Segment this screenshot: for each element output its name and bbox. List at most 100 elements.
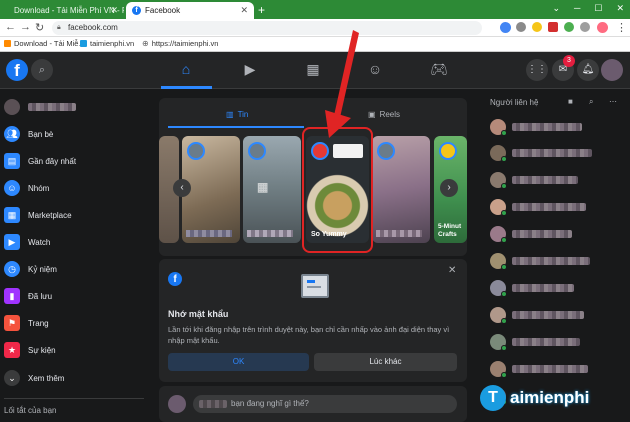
taimienphi-favicon-icon [4, 40, 11, 47]
later-button[interactable]: Lúc khác [314, 353, 457, 371]
sidebar-item-recent[interactable]: ▤ Gần đây nhất [4, 151, 76, 171]
notification-badge: 3 [563, 55, 575, 67]
share-icon[interactable] [516, 22, 526, 32]
video-call-icon[interactable]: ■ [568, 97, 573, 106]
reload-icon[interactable]: ↻ [35, 21, 44, 34]
avatar [490, 199, 507, 216]
close-window-icon[interactable]: ✕ [616, 3, 624, 14]
globe-icon: ⊕ [142, 39, 149, 48]
more-icon[interactable]: ⋯ [609, 97, 617, 106]
tab-facebook[interactable]: f Facebook ✕ [126, 2, 254, 19]
story-name-blurred [376, 230, 422, 237]
highlight-box [302, 127, 373, 253]
avatar [168, 395, 186, 413]
contact-name-blurred [512, 230, 572, 238]
gaming-icon[interactable]: 🎮︎ [430, 61, 448, 77]
home-icon[interactable]: ⌂ [178, 61, 194, 77]
avatar [490, 334, 507, 351]
maximize-icon[interactable]: ☐ [594, 3, 602, 14]
sidebar-item-watch[interactable]: ▶ Watch [4, 232, 50, 252]
online-indicator [501, 372, 507, 378]
contact-item[interactable] [490, 198, 586, 216]
saved-icon: ▮ [4, 288, 20, 304]
online-indicator [501, 237, 507, 243]
facebook-favicon-icon: f [132, 6, 141, 15]
online-indicator [501, 318, 507, 324]
sidebar-item-groups[interactable]: ☺ Nhóm [4, 178, 49, 198]
avatar [490, 172, 507, 189]
menu-grid-icon[interactable]: ⋮⋮ [526, 59, 548, 81]
contact-name-blurred [512, 257, 590, 265]
sidebar-item-saved[interactable]: ▮ Đã lưu [4, 286, 52, 306]
sidebar-item-marketplace[interactable]: ▦ Marketplace [4, 205, 72, 225]
contact-item[interactable] [490, 252, 590, 270]
watch-icon[interactable]: ▶ [242, 61, 258, 77]
puzzle-icon[interactable] [580, 22, 590, 32]
more-menu-icon[interactable]: ⋮ [616, 21, 627, 34]
sidebar-item-friends[interactable]: 👥︎ Bạn bè [4, 124, 53, 144]
bookmark-download[interactable]: Download - Tải Miễ… [4, 39, 86, 48]
story-name-blurred [186, 230, 232, 237]
avatar [4, 99, 20, 115]
new-tab-button[interactable]: + [258, 3, 265, 17]
online-indicator [501, 156, 507, 162]
avatar [490, 145, 507, 162]
contact-item[interactable] [490, 333, 580, 351]
facebook-logo-icon[interactable]: f [6, 59, 28, 81]
close-icon[interactable]: ✕ [448, 265, 456, 276]
pages-icon: ⚑ [4, 315, 20, 331]
window-controls: ⌄ ─ ☐ ✕ [552, 3, 624, 14]
marketplace-icon[interactable]: ▦ [305, 61, 321, 77]
groups-icon[interactable]: ☺ [367, 61, 383, 77]
google-icon[interactable] [500, 22, 511, 33]
story-card[interactable] [372, 136, 430, 243]
contact-item[interactable] [490, 360, 588, 378]
contact-name-blurred [512, 311, 584, 319]
taimienphi-logo-icon: T [480, 385, 506, 411]
profile-avatar[interactable] [597, 22, 608, 33]
composer-input[interactable]: bạn đang nghĩ gì thế? [193, 395, 457, 413]
online-indicator [501, 130, 507, 136]
book-icon: ▥ [226, 110, 234, 119]
sidebar-item-memories[interactable]: ◷ Kỷ niệm [4, 259, 57, 279]
contact-item[interactable] [490, 306, 584, 324]
tab-stories[interactable]: ▥ Tin [226, 110, 248, 119]
chevron-down-icon[interactable]: ⌄ [552, 3, 560, 14]
extension-icon[interactable] [548, 22, 558, 32]
search-icon[interactable]: ⌕ [31, 59, 53, 81]
chevron-left-icon[interactable]: ‹ [173, 179, 191, 197]
star-icon[interactable] [532, 22, 542, 32]
ok-button[interactable]: OK [168, 353, 309, 371]
contact-item[interactable] [490, 118, 582, 136]
bookmark-taimienphi[interactable]: taimienphi.vn [80, 39, 134, 48]
contact-item[interactable] [490, 279, 574, 297]
contact-item[interactable] [490, 144, 592, 162]
browser-toolbar: ← → ↻ 🔒︎ facebook.com ⋮ [0, 19, 630, 37]
online-indicator [501, 183, 507, 189]
profile-row[interactable] [4, 97, 76, 117]
close-tab-icon[interactable]: ✕ [110, 5, 118, 16]
tab-download[interactable]: Download - Tải Miễn Phí VN - P… ✕ [4, 2, 124, 19]
memories-icon: ◷ [4, 261, 20, 277]
extension2-icon[interactable] [564, 22, 574, 32]
search-icon[interactable]: ⌕ [589, 97, 593, 107]
notifications-bell-icon[interactable]: 🔔︎ [577, 59, 599, 81]
contact-item[interactable] [490, 171, 578, 189]
contact-item[interactable] [490, 225, 572, 243]
sidebar-item-see-more[interactable]: ⌄ Xem thêm [4, 368, 64, 388]
close-tab-icon[interactable]: ✕ [240, 5, 248, 16]
tab-label: Facebook [145, 6, 181, 15]
tab-reels[interactable]: ▣ Reels [368, 110, 400, 119]
address-bar[interactable]: 🔒︎ facebook.com [52, 21, 482, 35]
sidebar-item-events[interactable]: ★ Sự kiện [4, 340, 56, 360]
minimize-icon[interactable]: ─ [574, 3, 580, 14]
profile-avatar[interactable] [601, 59, 623, 81]
avatar [439, 142, 457, 160]
story-card[interactable]: ▦ [243, 136, 301, 243]
bookmark-taimienphi-https[interactable]: ⊕ https://taimienphi.vn [142, 39, 218, 48]
browser-tab-bar: Download - Tải Miễn Phí VN - P… ✕ f Face… [0, 0, 630, 19]
sidebar-item-pages[interactable]: ⚑ Trang [4, 313, 49, 333]
chevron-right-icon[interactable]: › [440, 179, 458, 197]
back-icon[interactable]: ← [5, 21, 16, 33]
forward-icon[interactable]: → [20, 21, 31, 33]
